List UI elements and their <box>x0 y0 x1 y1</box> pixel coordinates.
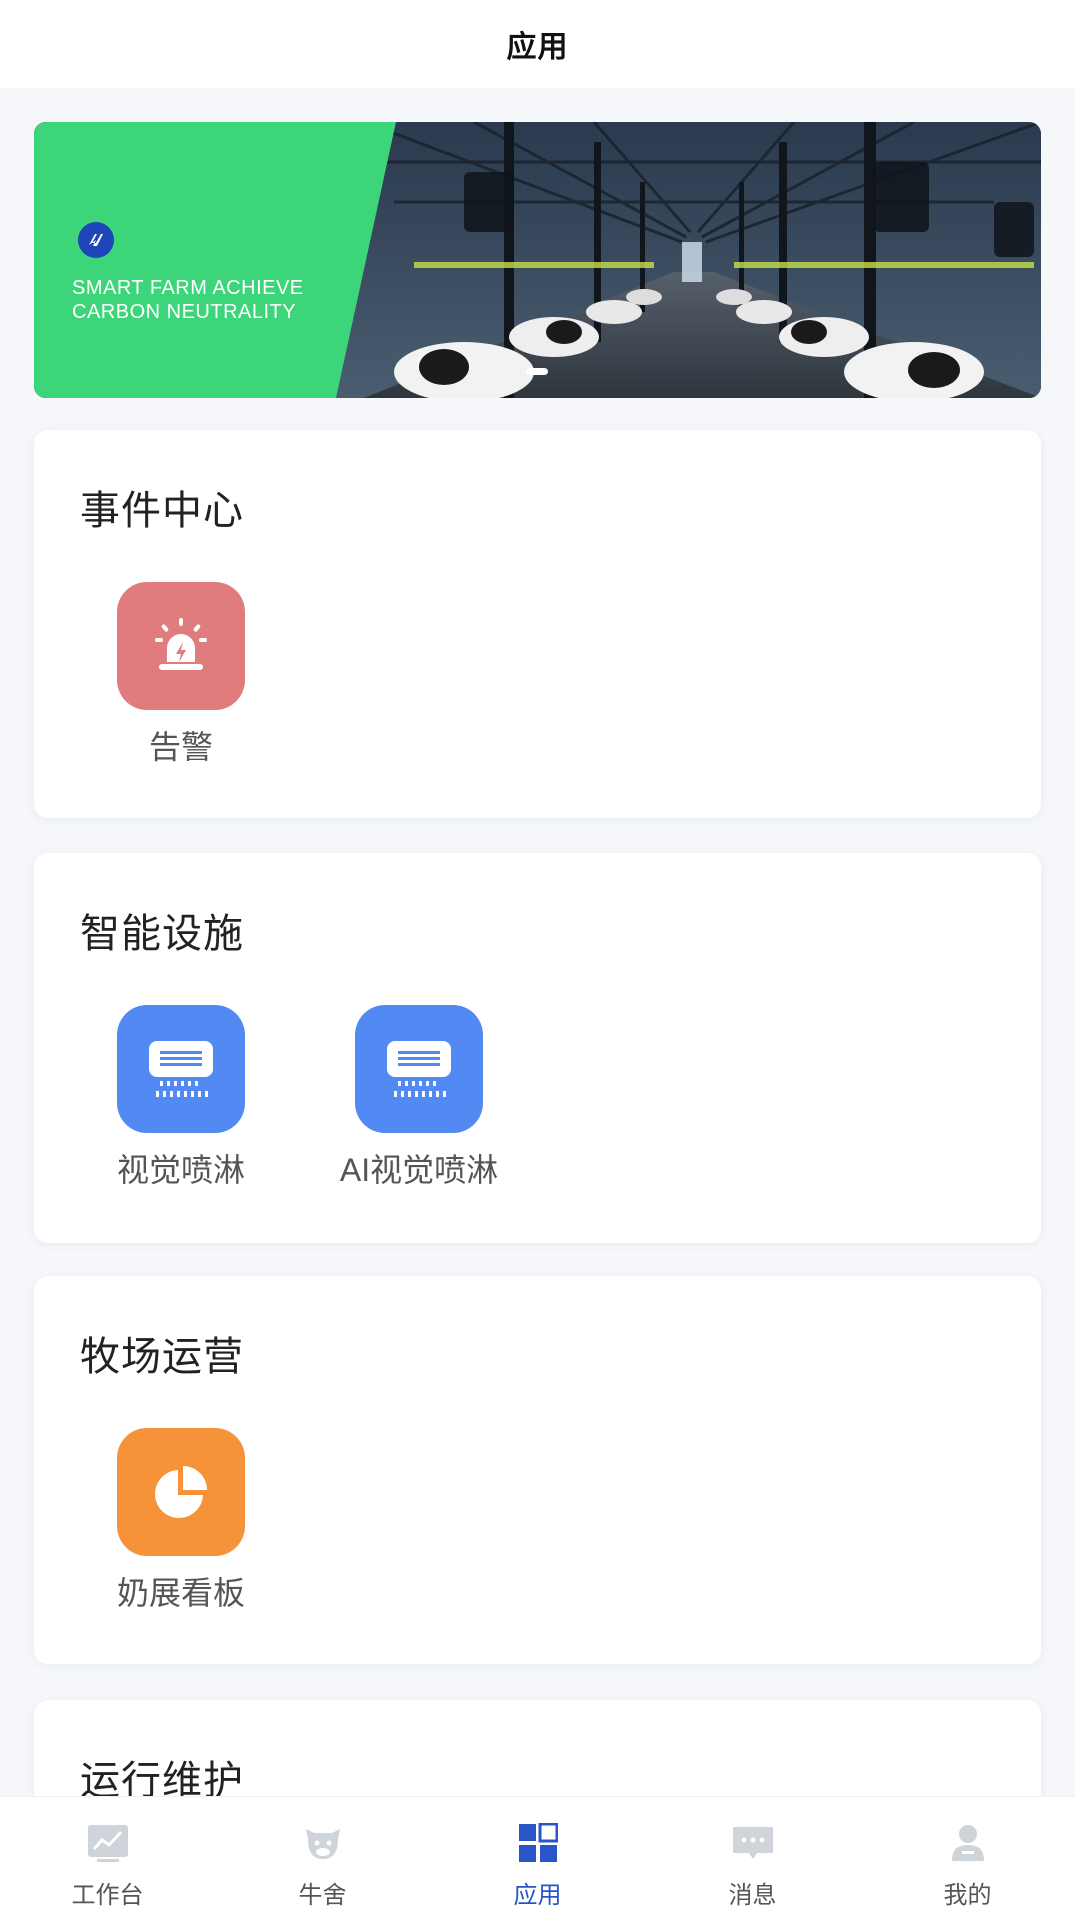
section-title: 事件中心 <box>80 489 244 533</box>
tab-label: 消息 <box>728 1882 777 1909</box>
section-farm-operations: 牧场运营 奶展看板 <box>34 1276 1041 1664</box>
banner-carousel[interactable]: SMART FARM ACHIEVE CARBON NEUTRALITY <box>34 122 1041 398</box>
app-visual-sprinkler[interactable]: 视觉喷淋 <box>101 1005 261 1191</box>
profile-icon <box>946 1821 990 1865</box>
tab-barn[interactable]: 牛舍 <box>215 1797 430 1916</box>
section-title: 智能设施 <box>80 912 244 956</box>
app-label: 告警 <box>148 729 213 765</box>
banner-slogan-line2: CARBON NEUTRALITY <box>72 301 297 323</box>
banner-green-panel <box>34 122 396 398</box>
sprinkler-icon[interactable] <box>117 1005 245 1133</box>
app-ai-visual-sprinkler[interactable]: AI视觉喷淋 <box>339 1005 499 1191</box>
cow-icon <box>301 1821 345 1865</box>
pie-chart-icon[interactable] <box>117 1428 245 1556</box>
carousel-indicator[interactable] <box>526 368 548 375</box>
app-label: 奶展看板 <box>116 1575 245 1611</box>
alarm-siren-icon[interactable] <box>117 582 245 710</box>
tab-label: 我的 <box>943 1882 992 1909</box>
chart-icon <box>86 1821 130 1865</box>
app-milk-dashboard[interactable]: 奶展看板 <box>101 1428 261 1614</box>
tab-messages[interactable]: 消息 <box>645 1797 860 1916</box>
section-smart-facilities: 智能设施 视觉喷淋 AI视觉喷淋 <box>34 853 1041 1243</box>
app-label: AI视觉喷淋 <box>339 1152 499 1188</box>
tab-apps[interactable]: 应用 <box>430 1797 645 1916</box>
app-header: 应用 <box>0 0 1075 88</box>
page-title: 应用 <box>506 31 569 64</box>
banner-slogan-line1: SMART FARM ACHIEVE <box>72 277 304 299</box>
app-label: 视觉喷淋 <box>116 1152 245 1188</box>
banner-slogan: SMART FARM ACHIEVE CARBON NEUTRALITY <box>72 276 372 324</box>
section-title: 牧场运营 <box>80 1335 244 1379</box>
tab-profile[interactable]: 我的 <box>860 1797 1075 1916</box>
tab-label: 应用 <box>513 1882 562 1909</box>
section-event-center: 事件中心 告警 <box>34 430 1041 818</box>
tab-label: 牛舍 <box>298 1882 347 1909</box>
message-icon <box>731 1821 775 1865</box>
app-alarm[interactable]: 告警 <box>101 582 261 768</box>
tab-workbench[interactable]: 工作台 <box>0 1797 215 1916</box>
tab-label: 工作台 <box>71 1882 144 1909</box>
sprinkler-icon[interactable] <box>355 1005 483 1133</box>
bottom-tab-bar: 工作台 牛舍 应用 消息 我的 <box>0 1796 1075 1916</box>
apps-grid-icon <box>516 1821 560 1865</box>
brand-logo-icon <box>78 222 114 258</box>
